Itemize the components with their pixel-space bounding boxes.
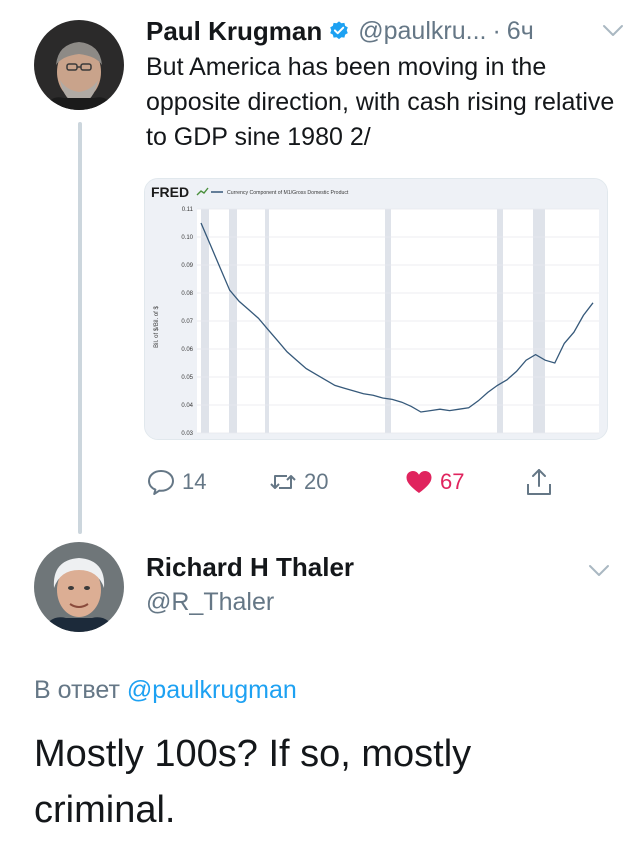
like-action[interactable]: 67 xyxy=(404,462,464,502)
retweet-icon[interactable] xyxy=(268,467,298,497)
y-tick-label: 0.09 xyxy=(181,263,193,269)
fred-chart-card[interactable]: FRED Currency Component of M1/Gross Dome… xyxy=(144,178,608,440)
y-tick-label: 0.04 xyxy=(181,403,193,409)
separator-dot: · xyxy=(492,16,501,45)
reply-count: 14 xyxy=(182,469,207,494)
y-tick-label: 0.07 xyxy=(181,319,193,325)
y-tick-label: 0.06 xyxy=(181,347,193,353)
reply-author-name[interactable]: Richard H Thaler xyxy=(146,552,354,583)
verified-badge-icon xyxy=(330,21,349,40)
krugman-avatar[interactable] xyxy=(34,20,124,110)
y-tick-label: 0.08 xyxy=(181,291,193,297)
fred-logo: FRED xyxy=(151,184,189,200)
author-name[interactable]: Paul Krugman xyxy=(146,16,322,47)
reply-tweet-text: Mostly 100s? If so, mostly criminal. xyxy=(34,733,472,831)
thread-connector-line xyxy=(78,122,82,534)
share-icon[interactable] xyxy=(524,467,554,497)
tweet-time[interactable]: 6ч xyxy=(507,17,534,46)
chevron-down-icon[interactable] xyxy=(588,564,610,578)
y-axis-label: Bil. of $/Bil. of $ xyxy=(154,305,160,347)
y-tick-label: 0.03 xyxy=(181,431,193,437)
reply-prefix: В ответ xyxy=(34,676,120,704)
tweet-text: But America has been moving in the oppos… xyxy=(146,53,615,151)
tweet-header: Paul Krugman @paulkru... · 6ч xyxy=(146,14,616,48)
author-handle[interactable]: @paulkru... xyxy=(358,17,486,46)
chart-legend: Currency Component of M1/Gross Domestic … xyxy=(227,190,349,196)
reply-context: В ответ @paulkrugman xyxy=(34,676,297,705)
retweet-count: 20 xyxy=(304,469,329,494)
like-count: 67 xyxy=(440,469,465,494)
retweet-action[interactable]: 20 xyxy=(268,462,328,502)
reply-mention-link[interactable]: @paulkrugman xyxy=(127,676,297,704)
thaler-avatar[interactable] xyxy=(34,542,124,632)
share-action[interactable] xyxy=(524,462,554,502)
heart-icon[interactable] xyxy=(404,467,434,497)
fred-chart: FRED Currency Component of M1/Gross Dome… xyxy=(145,179,607,439)
y-tick-label: 0.05 xyxy=(181,375,193,381)
reply-icon[interactable] xyxy=(146,467,176,497)
reply-author-handle[interactable]: @R_Thaler xyxy=(146,588,274,617)
tweet-actions: 14 20 67 xyxy=(146,462,576,502)
y-tick-label: 0.11 xyxy=(182,207,194,213)
reply-action[interactable]: 14 xyxy=(146,462,206,502)
y-tick-label: 0.10 xyxy=(181,235,193,241)
chevron-down-icon[interactable] xyxy=(602,24,624,38)
